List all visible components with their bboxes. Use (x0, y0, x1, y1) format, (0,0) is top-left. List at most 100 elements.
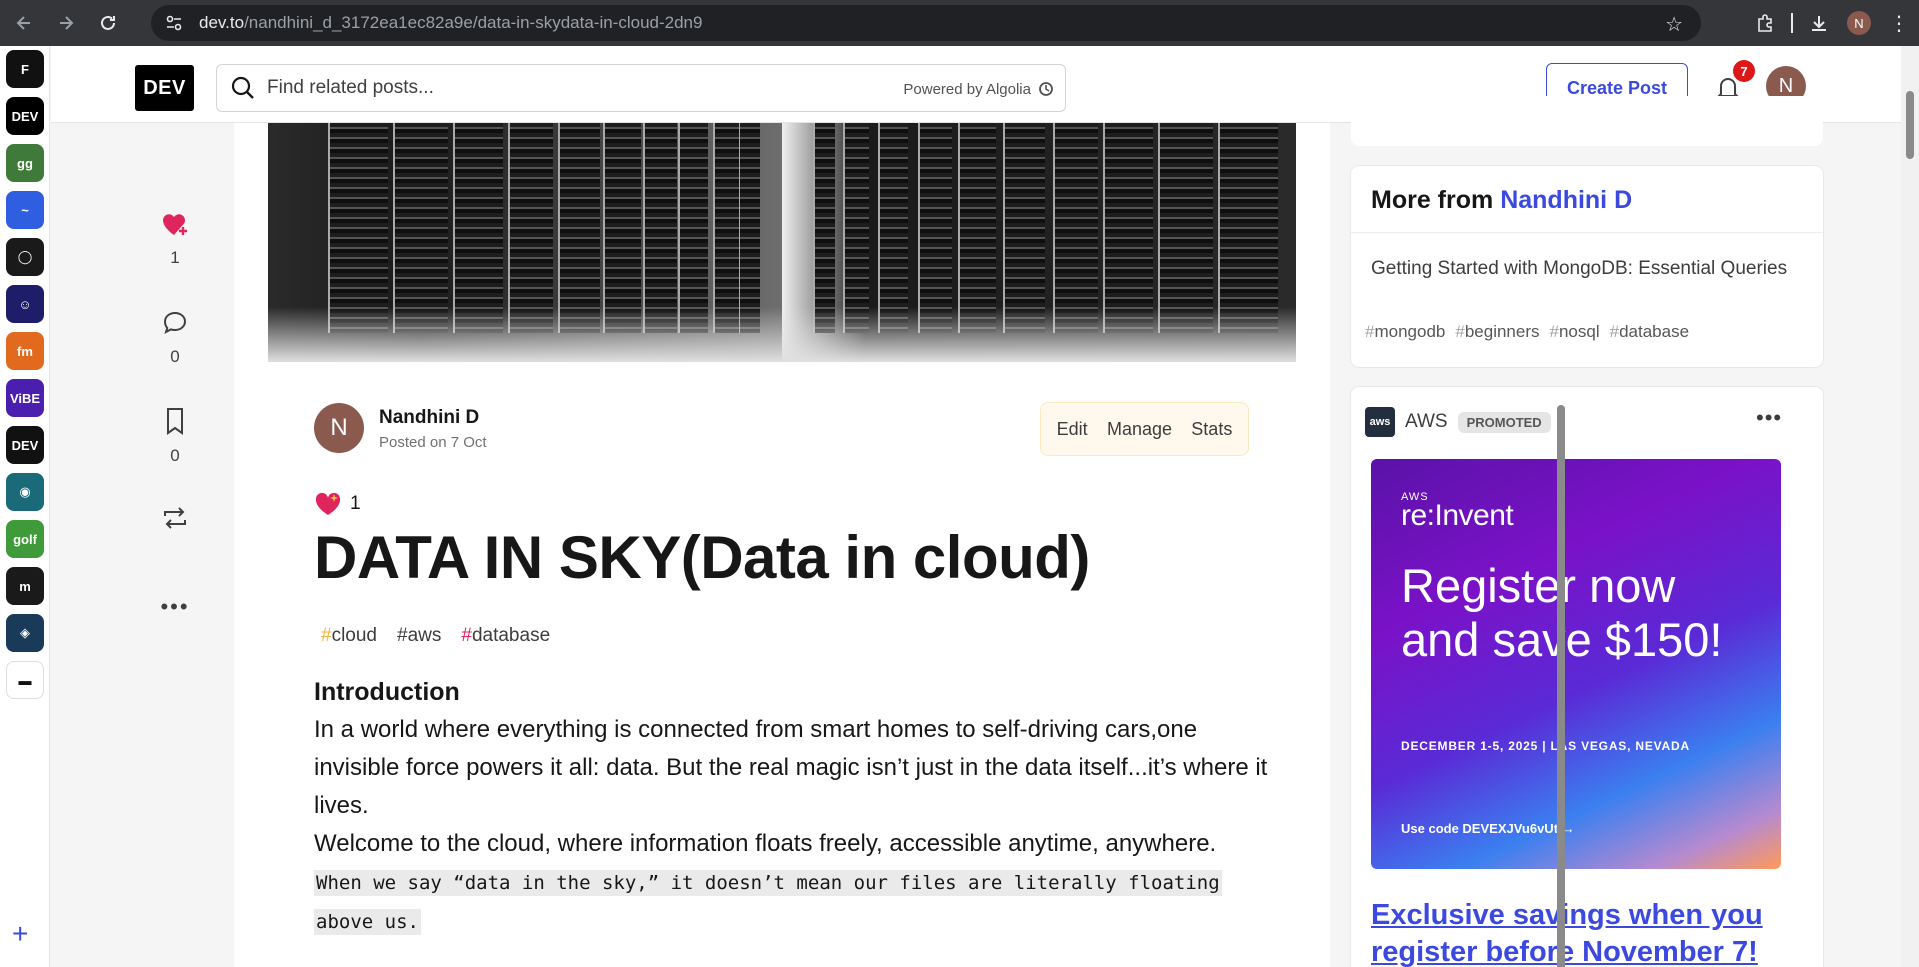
ad-banner-image[interactable]: AWS re:Invent Register now and save $150!… (1371, 459, 1781, 869)
reload-icon (101, 15, 115, 30)
cover-floor (268, 307, 1296, 362)
app-chat-icon[interactable]: ◯ (6, 238, 44, 276)
ad-event-logo: AWS re:Invent (1401, 491, 1514, 533)
ad-brand-name[interactable]: AWS (1405, 411, 1448, 433)
author-avatar[interactable]: N (314, 403, 364, 453)
extensions-icon[interactable] (1745, 3, 1785, 43)
bookmark-icon (167, 408, 183, 435)
app-vibe-icon[interactable]: ViBE (6, 379, 44, 417)
bookmark-star-icon[interactable]: ☆ (1665, 12, 1683, 37)
app-wave-icon[interactable]: ~ (6, 191, 44, 229)
server-rack (393, 123, 448, 333)
article-title: DATA IN SKY(Data in cloud) (314, 524, 1090, 591)
server-rack (1053, 123, 1098, 333)
page-scroll-thumb[interactable] (1906, 91, 1914, 159)
tag-cloud[interactable]: #cloud (314, 621, 384, 651)
stats-button[interactable]: Stats (1191, 419, 1232, 440)
tag-aws[interactable]: #aws (390, 621, 448, 651)
app-golf-icon[interactable]: golf (6, 520, 44, 558)
app-fm-icon[interactable]: fm (6, 332, 44, 370)
profile-button[interactable]: N (1839, 3, 1879, 43)
server-rack (643, 123, 677, 333)
more-from-prefix: More from (1371, 186, 1494, 214)
forward-button[interactable] (48, 5, 84, 41)
algolia-icon (1039, 82, 1053, 96)
server-rack (738, 123, 760, 333)
page-scrollbar[interactable] (1901, 46, 1919, 967)
search-input[interactable] (267, 77, 867, 99)
app-drop-icon[interactable]: ◉ (6, 473, 44, 511)
algolia-credit[interactable]: Powered by Algolia (903, 80, 1055, 98)
add-app-icon[interactable]: + (12, 918, 28, 950)
manage-button[interactable]: Manage (1107, 419, 1172, 440)
share-reaction[interactable] (155, 504, 195, 532)
url-path: /nandhini_d_3172ea1ec82a9e/data-in-skyda… (244, 13, 703, 32)
section-heading: Introduction (314, 678, 460, 706)
app-robot-icon[interactable]: ☺ (6, 285, 44, 323)
app-dumbdev-icon[interactable]: DEV (6, 426, 44, 464)
app-f-icon[interactable]: F (6, 50, 44, 88)
related-tag[interactable]: #nosql (1550, 322, 1600, 342)
edit-button[interactable]: Edit (1057, 419, 1088, 440)
comment-reaction[interactable]: 0 (155, 309, 195, 367)
paragraph-welcome: Welcome to the cloud, where information … (314, 830, 1217, 857)
related-tag[interactable]: #database (1610, 322, 1689, 342)
ad-dates: DECEMBER 1-5, 2025 | LAS VEGAS, NEVADA (1401, 739, 1690, 753)
app-dev-icon[interactable]: DEV (6, 97, 44, 135)
ad-cta-link[interactable]: Exclusive savings when you register befo… (1371, 897, 1801, 967)
related-post-link[interactable]: Getting Started with MongoDB: Essential … (1371, 254, 1791, 284)
ad-scroll-thumb[interactable] (1557, 405, 1565, 967)
tag-hash: # (461, 625, 472, 646)
more-options-icon[interactable]: ••• (155, 594, 195, 620)
server-rack (1218, 123, 1278, 333)
server-rack (508, 123, 553, 333)
server-rack (843, 123, 869, 333)
related-tag[interactable]: #beginners (1455, 322, 1539, 342)
dev-page: DEV Powered by Algolia Create Post 7 N 1… (51, 46, 1901, 967)
ad-promo-code: Use code DEVEXJVu6vUt → (1401, 821, 1575, 836)
bookmark-reaction[interactable]: 0 (155, 406, 195, 466)
reaction-summary: 1 (314, 491, 361, 517)
back-button[interactable] (6, 5, 42, 41)
server-rack (558, 123, 600, 333)
forward-arrow-icon (60, 16, 74, 30)
server-rack (1003, 123, 1045, 333)
ad-scrollbar[interactable] (1557, 391, 1565, 967)
app-bar-icon[interactable]: ▬ (6, 661, 44, 699)
download-icon[interactable] (1799, 3, 1839, 43)
tag-label: aws (407, 625, 442, 646)
like-reaction[interactable]: 1 (155, 210, 195, 268)
sparkle-heart-icon (315, 492, 341, 515)
reload-button[interactable] (90, 5, 126, 41)
post-date: Posted on 7 Oct (379, 434, 487, 451)
more-from-author-link[interactable]: Nandhini D (1500, 186, 1632, 214)
browser-toolbar: dev.to/nandhini_d_3172ea1ec82a9e/data-in… (0, 0, 1919, 46)
app-shield-icon[interactable]: ◈ (6, 614, 44, 652)
code-paragraph: When we say “data in the sky,” it doesn’… (314, 863, 1274, 941)
server-rack (1158, 123, 1213, 333)
notification-count-badge: 7 (1733, 60, 1755, 82)
url-text: dev.to/nandhini_d_3172ea1ec82a9e/data-in… (199, 13, 702, 33)
dev-logo[interactable]: DEV (135, 65, 194, 111)
related-tag[interactable]: #mongodb (1365, 322, 1445, 342)
tag-database[interactable]: #database (454, 621, 557, 651)
cover-image (268, 123, 1296, 362)
tag-label: cloud (331, 625, 377, 646)
author-name[interactable]: Nandhini D (379, 407, 479, 429)
server-rack (713, 123, 739, 333)
search-box[interactable]: Powered by Algolia (216, 64, 1066, 112)
site-info-icon[interactable] (163, 12, 185, 34)
author-actions: Edit Manage Stats (1040, 402, 1249, 456)
browser-menu-icon[interactable]: ⋮ (1879, 3, 1919, 43)
ad-menu-icon[interactable]: ••• (1756, 405, 1782, 431)
related-tag-label: beginners (1464, 322, 1540, 341)
server-rack (603, 123, 641, 333)
address-bar[interactable]: dev.to/nandhini_d_3172ea1ec82a9e/data-in… (151, 5, 1701, 41)
app-gg-icon[interactable]: gg (6, 144, 44, 182)
promoted-badge: PROMOTED (1457, 411, 1551, 433)
related-post-tags: #mongodb #beginners #nosql #database (1365, 322, 1689, 342)
app-m-icon[interactable]: m (6, 567, 44, 605)
server-rack (1103, 123, 1153, 333)
inline-code: above us. (314, 909, 421, 935)
tag-list: #cloud #aws #database (314, 621, 557, 651)
